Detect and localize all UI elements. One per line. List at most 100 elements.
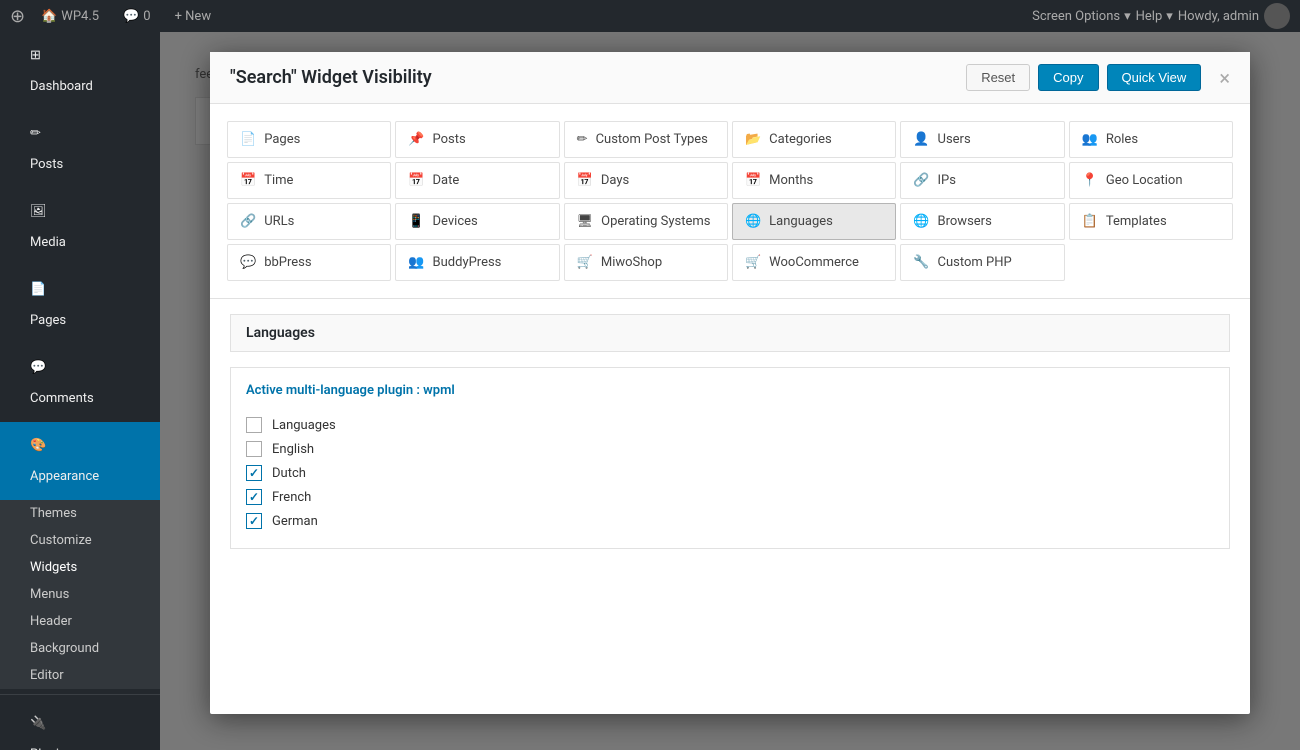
- languages-section-header: Languages: [230, 314, 1230, 352]
- screen-options-btn[interactable]: Screen Options ▾: [1032, 9, 1131, 24]
- appearance-icon: 🎨: [15, 430, 139, 461]
- templates-icon: 📋: [1082, 214, 1098, 229]
- buddypress-icon: 👥: [408, 255, 424, 270]
- widget-visibility-modal: "Search" Widget Visibility Reset Copy Qu…: [210, 52, 1250, 714]
- urls-icon: 🔗: [240, 214, 256, 229]
- admin-bar-comments[interactable]: 💬 0: [115, 9, 159, 24]
- close-icon[interactable]: ×: [1219, 68, 1230, 88]
- sidebar-item-dashboard[interactable]: ⊞Dashboard: [0, 32, 160, 110]
- modal-overlay: "Search" Widget Visibility Reset Copy Qu…: [160, 32, 1300, 750]
- sidebar-item-background[interactable]: Background: [0, 635, 160, 662]
- categories-icon: 📂: [745, 132, 761, 147]
- posts-icon: 📌: [408, 132, 424, 147]
- widget-type-buddypress[interactable]: 👥 BuddyPress: [395, 244, 559, 281]
- admin-bar-new[interactable]: + New: [167, 9, 220, 24]
- modal-title: "Search" Widget Visibility: [230, 67, 432, 88]
- copy-button[interactable]: Copy: [1038, 64, 1098, 91]
- widget-type-posts[interactable]: 📌 Posts: [395, 121, 559, 158]
- time-icon: 📅: [240, 173, 256, 188]
- modal-bottom-space: [210, 564, 1250, 714]
- bbpress-icon: 💬: [240, 255, 256, 270]
- widget-type-woocommerce[interactable]: 🛒 WooCommerce: [732, 244, 896, 281]
- widget-type-time[interactable]: 📅 Time: [227, 162, 391, 199]
- widget-type-ips[interactable]: 🔗 IPs: [900, 162, 1064, 199]
- help-btn[interactable]: Help ▾: [1136, 9, 1173, 24]
- custom-post-types-icon: ✏: [577, 132, 588, 147]
- sidebar-item-media[interactable]: 🖼Media: [0, 188, 160, 266]
- widget-type-users[interactable]: 👤 Users: [900, 121, 1064, 158]
- operating-systems-icon: 🖥: [577, 214, 594, 229]
- sidebar-item-posts[interactable]: ✏Posts: [0, 110, 160, 188]
- dashboard-icon: ⊞: [15, 40, 139, 71]
- chevron-down-icon: ▾: [1124, 9, 1131, 24]
- ips-icon: 🔗: [913, 173, 929, 188]
- admin-bar-right: Screen Options ▾ Help ▾ Howdy, admin: [1032, 3, 1290, 29]
- home-icon: 🏠: [41, 9, 57, 24]
- widget-type-categories[interactable]: 📂 Categories: [732, 121, 896, 158]
- widget-type-months[interactable]: 📅 Months: [732, 162, 896, 199]
- language-list: Languages English Dutch French: [246, 413, 1214, 533]
- quick-view-button[interactable]: Quick View: [1107, 64, 1202, 91]
- plugins-icon: 🔌: [15, 708, 139, 739]
- widget-type-grid: 📄 Pages 📌 Posts ✏ Custom Post Types 📂 Ca…: [210, 104, 1250, 299]
- widget-type-templates[interactable]: 📋 Templates: [1069, 203, 1233, 240]
- sidebar-item-appearance[interactable]: 🎨Appearance Themes Customize Widgets Men…: [0, 422, 160, 689]
- lang-french-checkbox[interactable]: [246, 489, 262, 505]
- widget-type-date[interactable]: 📅 Date: [395, 162, 559, 199]
- widget-type-custom-php[interactable]: 🔧 Custom PHP: [900, 244, 1064, 281]
- custom-php-icon: 🔧: [913, 255, 929, 270]
- sidebar-item-header[interactable]: Header: [0, 608, 160, 635]
- languages-icon: 🌐: [745, 214, 761, 229]
- widget-type-operating-systems[interactable]: 🖥 Operating Systems: [564, 203, 728, 240]
- widget-type-custom-post-types[interactable]: ✏ Custom Post Types: [564, 121, 728, 158]
- users-icon: 👤: [913, 132, 929, 147]
- comments-icon: 💬: [15, 352, 139, 383]
- date-icon: 📅: [408, 173, 424, 188]
- lang-german-checkbox[interactable]: [246, 513, 262, 529]
- plugin-info: Active multi-language plugin : wpml: [246, 383, 1214, 398]
- geo-location-icon: 📍: [1082, 173, 1098, 188]
- lang-dutch-checkbox[interactable]: [246, 465, 262, 481]
- languages-section: Languages Active multi-language plugin :…: [210, 299, 1250, 564]
- sidebar: ⊞Dashboard ✏Posts 🖼Media 📄Pages 💬Comment…: [0, 32, 160, 750]
- wp-logo-icon[interactable]: ⊕: [10, 6, 25, 27]
- comment-icon: 💬: [123, 9, 139, 24]
- modal-header: "Search" Widget Visibility Reset Copy Qu…: [210, 52, 1250, 104]
- lang-all-checkbox[interactable]: [246, 417, 262, 433]
- sidebar-item-plugins[interactable]: 🔌Plugins: [0, 700, 160, 750]
- pages-icon: 📄: [240, 132, 256, 147]
- sidebar-item-editor[interactable]: Editor: [0, 662, 160, 689]
- media-icon: 🖼: [15, 196, 139, 227]
- devices-icon: 📱: [408, 214, 424, 229]
- widget-type-urls[interactable]: 🔗 URLs: [227, 203, 391, 240]
- reset-button[interactable]: Reset: [966, 64, 1030, 91]
- list-item: Dutch: [246, 461, 1214, 485]
- list-item: German: [246, 509, 1214, 533]
- widget-type-languages[interactable]: 🌐 Languages: [732, 203, 896, 240]
- sidebar-item-themes[interactable]: Themes: [0, 500, 160, 527]
- avatar: [1264, 3, 1290, 29]
- browsers-icon: 🌐: [913, 214, 929, 229]
- widget-type-pages[interactable]: 📄 Pages: [227, 121, 391, 158]
- admin-user-greeting: Howdy, admin: [1178, 9, 1259, 24]
- sidebar-item-menus[interactable]: Menus: [0, 581, 160, 608]
- widget-type-roles[interactable]: 👥 Roles: [1069, 121, 1233, 158]
- days-icon: 📅: [577, 173, 593, 188]
- widget-type-bbpress[interactable]: 💬 bbPress: [227, 244, 391, 281]
- sidebar-item-widgets[interactable]: Widgets: [0, 554, 160, 581]
- widget-type-geo-location[interactable]: 📍 Geo Location: [1069, 162, 1233, 199]
- list-item: Languages: [246, 413, 1214, 437]
- admin-bar-site[interactable]: 🏠 WP4.5: [33, 9, 107, 24]
- miwoshop-icon: 🛒: [577, 255, 593, 270]
- woocommerce-icon: 🛒: [745, 255, 761, 270]
- chevron-down-icon: ▾: [1166, 9, 1173, 24]
- lang-english-checkbox[interactable]: [246, 441, 262, 457]
- widget-type-miwoshop[interactable]: 🛒 MiwoShop: [564, 244, 728, 281]
- widget-type-devices[interactable]: 📱 Devices: [395, 203, 559, 240]
- sidebar-item-pages[interactable]: 📄Pages: [0, 266, 160, 344]
- widget-type-days[interactable]: 📅 Days: [564, 162, 728, 199]
- widget-type-browsers[interactable]: 🌐 Browsers: [900, 203, 1064, 240]
- roles-icon: 👥: [1082, 132, 1098, 147]
- sidebar-item-customize[interactable]: Customize: [0, 527, 160, 554]
- sidebar-item-comments[interactable]: 💬Comments: [0, 344, 160, 422]
